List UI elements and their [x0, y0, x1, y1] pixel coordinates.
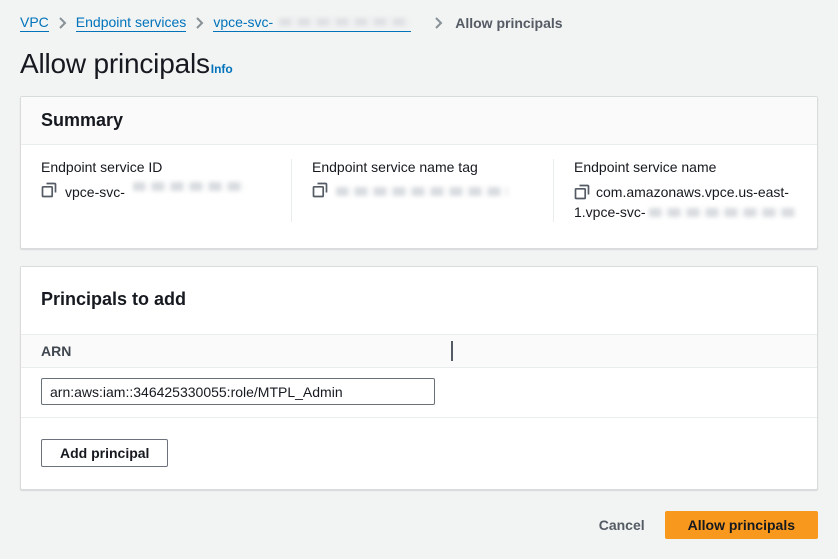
- copy-icon[interactable]: [312, 182, 328, 198]
- redacted-text: [336, 187, 508, 196]
- summary-field-name-tag: Endpoint service name tag: [291, 159, 553, 222]
- add-principal-button[interactable]: Add principal: [41, 439, 168, 467]
- principals-card: Principals to add ARN Add principal: [20, 266, 818, 490]
- summary-body: Endpoint service ID vpce-svc- Endpoint s…: [21, 145, 817, 248]
- copy-icon[interactable]: [41, 182, 57, 198]
- page-root: VPC Endpoint services vpce-svc- Allow pr…: [0, 0, 838, 559]
- arn-table-header: ARN: [21, 334, 817, 368]
- title-row: Allow principalsInfo: [20, 48, 818, 80]
- summary-field-service-name: Endpoint service name com.amazonaws.vpce…: [553, 159, 838, 222]
- redacted-text: [133, 182, 245, 191]
- arn-input[interactable]: [41, 378, 435, 405]
- principals-card-footer: Add principal: [21, 418, 817, 489]
- column-resize-handle[interactable]: [451, 341, 453, 361]
- redacted-text: [279, 18, 411, 26]
- field-label: Endpoint service name: [574, 159, 826, 175]
- page-title: Allow principals: [20, 48, 210, 79]
- breadcrumb-link-service-id[interactable]: vpce-svc-: [213, 14, 411, 32]
- summary-card: Summary Endpoint service ID vpce-svc- En…: [20, 96, 818, 249]
- principals-title: Principals to add: [41, 289, 797, 310]
- chevron-right-icon: [195, 17, 204, 29]
- chevron-right-icon: [58, 17, 67, 29]
- footer-actions: Cancel Allow principals: [20, 507, 818, 559]
- field-label: Endpoint service ID: [41, 159, 275, 175]
- chevron-right-icon: [434, 17, 443, 29]
- endpoint-service-id-value: vpce-svc-: [65, 182, 125, 202]
- arn-column-header: ARN: [41, 343, 451, 359]
- summary-title: Summary: [41, 110, 797, 131]
- summary-card-header: Summary: [21, 97, 817, 145]
- breadcrumb-service-id-prefix: vpce-svc-: [213, 14, 273, 30]
- breadcrumb-link-endpoint-services[interactable]: Endpoint services: [76, 14, 187, 32]
- breadcrumb: VPC Endpoint services vpce-svc- Allow pr…: [20, 0, 818, 42]
- copy-icon[interactable]: [574, 184, 590, 200]
- field-label: Endpoint service name tag: [312, 159, 537, 175]
- redacted-text: [649, 208, 797, 217]
- allow-principals-button[interactable]: Allow principals: [665, 511, 818, 539]
- principals-card-header: Principals to add: [21, 267, 817, 334]
- cancel-button[interactable]: Cancel: [599, 511, 645, 539]
- breadcrumb-link-vpc[interactable]: VPC: [20, 14, 49, 32]
- info-link[interactable]: Info: [211, 62, 233, 76]
- breadcrumb-current-page: Allow principals: [455, 15, 562, 31]
- summary-field-service-id: Endpoint service ID vpce-svc-: [21, 159, 291, 222]
- arn-input-row: [21, 368, 817, 418]
